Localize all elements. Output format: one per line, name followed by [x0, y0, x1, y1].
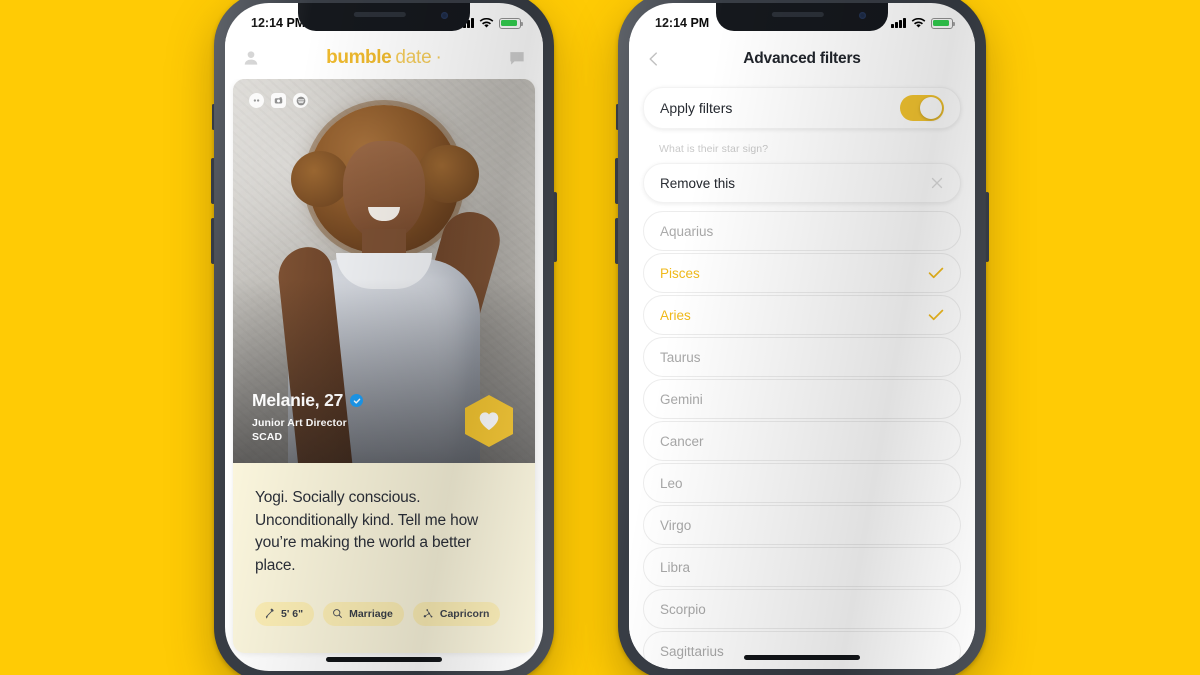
remove-this-label: Remove this: [660, 175, 736, 191]
app-header: bumble date ·: [225, 37, 543, 79]
filters-list[interactable]: Apply filters What is their star sign? R…: [629, 81, 975, 669]
star-sign-label: Leo: [660, 475, 683, 491]
star-sign-option-libra[interactable]: Libra: [643, 547, 961, 587]
star-sign-option-leo[interactable]: Leo: [643, 463, 961, 503]
nav-bar: Advanced filters: [629, 37, 975, 81]
silent-switch-right[interactable]: [616, 104, 619, 130]
star-sign-options[interactable]: Aquarius Pisces Aries Taurus Gemini Cancer Leo…: [643, 211, 961, 669]
wifi-icon: [479, 17, 494, 28]
chip-intent-label: Marriage: [349, 607, 393, 620]
earpiece-speaker-right: [771, 12, 824, 17]
logo-date: date: [395, 47, 432, 68]
right-phone-device: 12:14 PM Advanced filters Apply filters: [615, 0, 989, 675]
checkmark-icon: [928, 267, 944, 279]
height-ruler-icon: [265, 608, 274, 619]
star-sign-option-pisces[interactable]: Pisces: [643, 253, 961, 293]
notch-right: [716, 3, 888, 31]
status-time-right: 12:14 PM: [655, 16, 710, 30]
power-button[interactable]: [553, 192, 557, 262]
star-sign-option-aquarius[interactable]: Aquarius: [643, 211, 961, 251]
chip-star-sign-label: Capricorn: [439, 607, 490, 620]
star-sign-option-taurus[interactable]: Taurus: [643, 337, 961, 377]
star-sign-label: Aries: [660, 307, 691, 323]
volume-up-button-right[interactable]: [615, 158, 619, 204]
logo-bumble: bumble: [326, 47, 392, 68]
close-x-icon[interactable]: [930, 176, 944, 190]
volume-down-button-right[interactable]: [615, 218, 619, 264]
chevron-left-icon[interactable]: [645, 50, 663, 68]
search-intent-icon: [333, 609, 343, 618]
star-sign-question: What is their star sign?: [659, 143, 769, 155]
front-camera: [441, 12, 448, 19]
star-sign-option-cancer[interactable]: Cancer: [643, 421, 961, 461]
chip-height[interactable]: 5' 6": [255, 601, 315, 626]
page-title: Advanced filters: [743, 50, 861, 67]
chip-star-sign[interactable]: Capricorn: [412, 601, 501, 626]
verified-check-icon: [350, 394, 364, 407]
chip-height-label: 5' 6": [281, 607, 304, 620]
remove-this-row[interactable]: Remove this: [643, 163, 961, 203]
cellular-bars-icon-right: [891, 18, 906, 28]
chip-intent[interactable]: Marriage: [323, 601, 404, 626]
apply-filters-toggle[interactable]: [900, 95, 944, 121]
volume-up-button[interactable]: [211, 158, 215, 204]
profile-name-age: Melanie, 27: [252, 390, 344, 410]
logo-dot: ·: [435, 47, 442, 68]
profile-card[interactable]: Melanie, 27 Junior Art Director SCAD Yog…: [233, 79, 535, 653]
star-sign-option-gemini[interactable]: Gemini: [643, 379, 961, 419]
star-sign-label: Gemini: [660, 391, 703, 407]
heart-icon: [479, 412, 499, 431]
wifi-icon-right: [911, 17, 926, 28]
star-sign-label: Pisces: [660, 265, 700, 281]
left-phone-device: 12:14 PM bumble date · Melanie, 27 Junio…: [211, 0, 557, 675]
profile-chip-row: 5' 6" Marriage Capricorn: [233, 578, 535, 626]
status-time: 12:14 PM: [251, 16, 306, 30]
star-sign-label: Virgo: [660, 517, 692, 533]
notch: [298, 3, 470, 31]
earpiece-speaker: [353, 12, 406, 17]
star-sign-icon: [423, 609, 433, 618]
profile-job-title: Junior Art Director: [252, 417, 347, 429]
photo-badge-row: [249, 93, 308, 108]
home-indicator-left: [326, 657, 442, 662]
front-camera-right: [859, 12, 866, 19]
profile-name-row: Melanie, 27: [252, 390, 364, 411]
profile-school: SCAD: [252, 431, 283, 443]
bumble-badge-icon[interactable]: [249, 93, 264, 108]
right-phone-screen: 12:14 PM Advanced filters Apply filters: [629, 3, 975, 669]
camera-icon[interactable]: [271, 93, 286, 108]
home-indicator-right: [744, 655, 860, 660]
silent-switch[interactable]: [212, 104, 215, 130]
profile-info: Melanie, 27 Junior Art Director SCAD: [252, 390, 364, 443]
checkmark-icon: [928, 309, 944, 321]
star-sign-option-aries[interactable]: Aries: [643, 295, 961, 335]
apply-filters-label: Apply filters: [660, 100, 733, 116]
star-sign-option-sagittarius[interactable]: Sagittarius: [643, 631, 961, 669]
star-sign-option-virgo[interactable]: Virgo: [643, 505, 961, 545]
bumble-date-logo: bumble date ·: [326, 47, 442, 69]
apply-filters-row[interactable]: Apply filters: [643, 87, 961, 129]
chat-bubble-icon[interactable]: [507, 48, 527, 68]
toggle-knob: [920, 97, 942, 119]
person-icon[interactable]: [241, 48, 261, 68]
profile-photo[interactable]: Melanie, 27 Junior Art Director SCAD: [233, 79, 535, 463]
volume-down-button[interactable]: [211, 218, 215, 264]
music-icon[interactable]: [293, 93, 308, 108]
star-sign-label: Cancer: [660, 433, 704, 449]
battery-icon-right: [931, 17, 956, 29]
star-sign-label: Libra: [660, 559, 691, 575]
star-sign-label: Taurus: [660, 349, 701, 365]
left-phone-screen: 12:14 PM bumble date · Melanie, 27 Junio…: [225, 3, 543, 671]
star-sign-label: Sagittarius: [660, 643, 724, 659]
battery-icon: [499, 17, 524, 29]
power-button-right[interactable]: [985, 192, 989, 262]
star-sign-option-scorpio[interactable]: Scorpio: [643, 589, 961, 629]
profile-bio: Yogi. Socially conscious. Unconditionall…: [255, 489, 479, 574]
star-sign-label: Scorpio: [660, 601, 706, 617]
star-sign-label: Aquarius: [660, 223, 714, 239]
